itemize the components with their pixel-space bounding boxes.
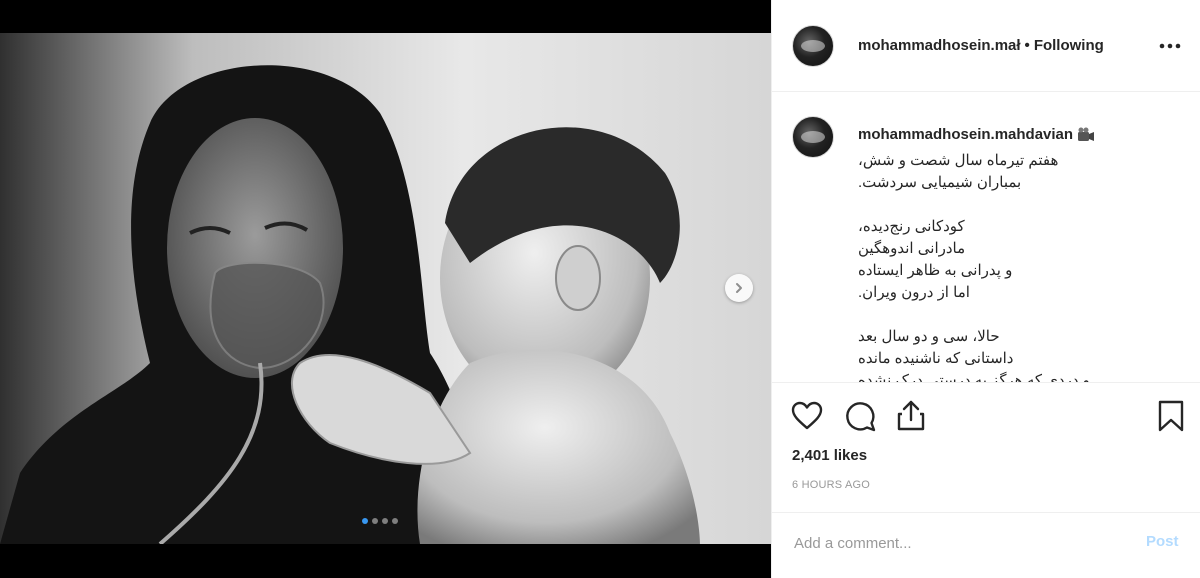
media-panel [0,0,771,578]
comment-bubble-icon [846,402,876,432]
carousel-dot [372,518,378,524]
post-header: mohammadhosein.mał • Following [772,0,1200,92]
share-button[interactable] [894,399,928,433]
post-timestamp[interactable]: 6 HOURS AGO [792,479,870,491]
carousel-next-button[interactable] [725,274,753,302]
caption-area: mohammadhosein.mahdavian هفتم تیرماه سال… [772,92,1200,382]
photo-illustration [0,33,771,544]
comment-bar: Post [772,512,1200,578]
caption-line: بمباران شیمیایی سردشت. [858,174,1022,191]
header-user-row: mohammadhosein.mał • Following [858,37,1104,54]
caption-line: حالا، سی و دو سال بعد [858,328,1000,345]
caption-line: مادرانی اندوهگین [858,240,966,257]
film-camera-emoji-icon [1078,127,1095,141]
chevron-right-icon [736,283,742,293]
comment-button[interactable] [843,399,877,433]
bookmark-icon [1158,400,1184,432]
post-photo[interactable] [0,33,771,544]
share-icon [897,400,925,431]
post-modal: mohammadhosein.mał • Following mohammadh… [0,0,1200,578]
comment-input[interactable] [792,529,1116,557]
like-button[interactable] [790,399,824,433]
caption-username[interactable]: mohammadhosein.mahdavian [858,126,1073,143]
save-button[interactable] [1154,399,1188,433]
heart-icon [791,401,823,430]
carousel-indicator [362,518,398,524]
caption-line: و پدرانی به ظاهر ایستاده [858,262,1013,279]
carousel-dot [392,518,398,524]
caption-user-row: mohammadhosein.mahdavian [858,126,1095,143]
ellipsis-icon [1159,43,1181,49]
actions-section: 2,401 likes 6 HOURS AGO [772,382,1200,491]
following-button[interactable]: Following [1034,37,1104,54]
caption-line: اما از درون ویران. [858,284,970,301]
post-sidebar: mohammadhosein.mał • Following mohammadh… [771,0,1200,578]
post-comment-button[interactable]: Post [1146,533,1179,550]
likes-count[interactable]: 2,401 likes [792,447,867,464]
caption-line: داستانی که ناشنیده مانده [858,350,1014,367]
more-options-button[interactable] [1158,38,1182,54]
header-separator: • [1024,37,1030,54]
caption-line: هفتم تیرماه سال شصت و شش، [858,152,1059,169]
carousel-dot-active [362,518,368,524]
avatar[interactable] [792,25,834,67]
avatar[interactable] [792,116,834,158]
caption-line: کودکانی رنج‌دیده، [858,218,965,235]
header-username[interactable]: mohammadhosein.mał [858,37,1021,54]
carousel-dot [382,518,388,524]
caption-text: هفتم تیرماه سال شصت و شش، بمباران شیمیای… [858,150,1158,382]
caption-line: و دردی که هرگز به درستی درک نشده [858,372,1090,382]
